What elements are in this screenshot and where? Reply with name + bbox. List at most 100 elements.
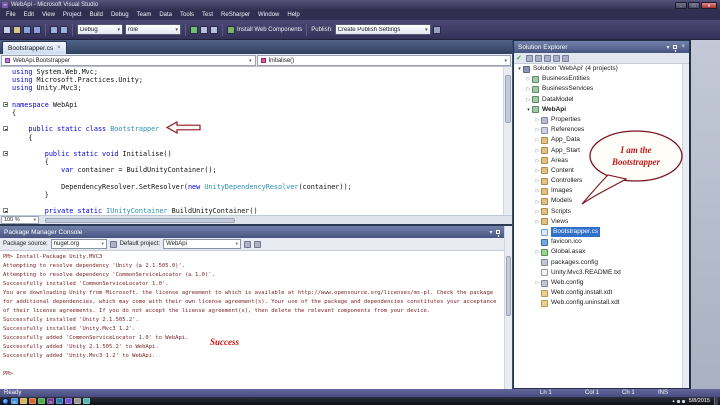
code-line[interactable]: { bbox=[0, 134, 503, 142]
editor-vertical-scrollbar[interactable] bbox=[503, 67, 512, 215]
menu-item-debug[interactable]: Debug bbox=[107, 10, 133, 20]
new-file-icon[interactable] bbox=[3, 25, 11, 34]
media-player-icon[interactable] bbox=[29, 398, 36, 404]
collapse-minus-icon[interactable] bbox=[3, 101, 8, 107]
browser-icon[interactable] bbox=[38, 398, 45, 404]
expander-icon[interactable]: ▷ bbox=[534, 148, 541, 154]
tree-item-webapi[interactable]: ▾ WebApi bbox=[514, 105, 689, 115]
close-tab-icon[interactable]: × bbox=[57, 45, 61, 51]
comment-icon[interactable] bbox=[210, 25, 218, 34]
install-web-components-button[interactable]: Install Web Components bbox=[237, 27, 302, 33]
tree-item-web-config-install-xdt[interactable]: Web.config.install.xdt bbox=[514, 288, 689, 298]
expander-icon[interactable]: ▾ bbox=[516, 66, 523, 72]
save-icon[interactable] bbox=[23, 25, 31, 34]
expander-icon[interactable]: ▷ bbox=[534, 178, 541, 184]
menu-item-test[interactable]: Test bbox=[198, 10, 217, 20]
code-line[interactable]: using System.Web.Mvc; bbox=[0, 68, 503, 76]
expander-icon[interactable]: ▷ bbox=[534, 209, 541, 215]
expander-icon[interactable]: ▷ bbox=[525, 97, 532, 103]
scrollbar-thumb[interactable] bbox=[45, 217, 235, 223]
app-icon[interactable] bbox=[83, 398, 90, 404]
package-manager-console-title-bar[interactable]: Package Manager Console ▾ × bbox=[0, 226, 512, 238]
tray-arrow-icon[interactable]: ▴ bbox=[672, 398, 674, 404]
show-all-files-icon[interactable] bbox=[535, 54, 542, 62]
code-editor[interactable]: using System.Web.Mvc; using Microsoft.Pra… bbox=[0, 67, 512, 215]
toolbar-options-icon[interactable] bbox=[432, 25, 441, 34]
menu-item-team[interactable]: Team bbox=[133, 10, 156, 20]
tab-bootstrapper-cs[interactable]: Bootstrapper.cs × bbox=[2, 41, 67, 54]
maximize-button[interactable]: □ bbox=[688, 1, 700, 9]
tree-item-packages-config[interactable]: packages.config bbox=[514, 258, 689, 268]
expander-icon[interactable]: ▷ bbox=[534, 158, 541, 164]
file-explorer-icon[interactable] bbox=[20, 398, 27, 404]
console-vertical-scrollbar[interactable] bbox=[504, 226, 512, 389]
menu-item-edit[interactable]: Edit bbox=[20, 10, 38, 20]
code-line[interactable] bbox=[0, 142, 503, 150]
menu-item-window[interactable]: Window bbox=[254, 10, 283, 20]
expander-icon[interactable]: ▷ bbox=[534, 127, 541, 133]
code-line[interactable]: private static IUnityContainer BuildUnit… bbox=[0, 207, 503, 215]
expander-icon[interactable]: ▷ bbox=[525, 86, 532, 92]
expander-icon[interactable]: ▷ bbox=[525, 76, 532, 82]
show-desktop-button[interactable] bbox=[714, 397, 718, 405]
app-icon[interactable] bbox=[74, 398, 81, 404]
tree-item-web-config[interactable]: ▷ Web.config bbox=[514, 278, 689, 288]
code-line[interactable]: var container = BuildUnityContainer(); bbox=[0, 166, 503, 174]
menu-item-help[interactable]: Help bbox=[283, 10, 303, 20]
package-source-dropdown[interactable]: nuget.org ▾ bbox=[50, 239, 107, 249]
expander-icon[interactable]: ▷ bbox=[534, 219, 541, 225]
internet-explorer-icon[interactable]: e bbox=[11, 398, 18, 404]
menu-item-file[interactable]: File bbox=[2, 10, 20, 20]
close-panel-icon[interactable]: × bbox=[681, 44, 685, 50]
menu-item-project[interactable]: Project bbox=[59, 10, 86, 20]
expander-icon[interactable]: ▷ bbox=[534, 117, 541, 123]
tree-item-web-config-uninstall-xdt[interactable]: Web.config.uninstall.xdt bbox=[514, 298, 689, 308]
tree-item-businessentities[interactable]: ▷ BusinessEntities bbox=[514, 74, 689, 84]
code-line[interactable]: public static class Bootstrapper bbox=[0, 125, 503, 133]
publish-settings-dropdown[interactable]: Create Publish Settings ▾ bbox=[334, 24, 431, 35]
undo-icon[interactable] bbox=[50, 25, 58, 34]
code-line[interactable]: DependencyResolver.SetResolver(new Unity… bbox=[0, 183, 503, 191]
window-position-icon[interactable]: ▾ bbox=[666, 44, 669, 51]
default-project-dropdown[interactable]: WebApi ▾ bbox=[163, 239, 242, 249]
tree-item-bootstrapper-cs[interactable]: Bootstrapper.cs bbox=[514, 227, 689, 238]
refresh-icon[interactable] bbox=[544, 54, 551, 62]
tree-item-global-asax[interactable]: ▷ Global.asax bbox=[514, 247, 689, 257]
code-line[interactable] bbox=[0, 93, 503, 101]
code-line[interactable]: namespace WebApi bbox=[0, 101, 503, 109]
code-line[interactable] bbox=[0, 174, 503, 182]
menu-item-resharper[interactable]: ReSharper bbox=[217, 10, 254, 20]
collapse-minus-icon[interactable] bbox=[3, 126, 8, 132]
configuration-dropdown[interactable]: Debug ▾ bbox=[77, 24, 123, 35]
tree-item-businessservices[interactable]: ▷ BusinessServices bbox=[514, 84, 689, 94]
tree-item-solution-webapi-4-projects-[interactable]: ▾ Solution 'WebApi' (4 projects) bbox=[514, 64, 689, 74]
code-line[interactable]: { bbox=[0, 158, 503, 166]
code-line[interactable]: using Unity.Mvc3; bbox=[0, 84, 503, 92]
save-all-icon[interactable] bbox=[33, 25, 41, 34]
tray-network-icon[interactable] bbox=[676, 399, 680, 403]
solution-explorer-title-bar[interactable]: Solution Explorer ▾ × bbox=[514, 41, 689, 53]
editor-horizontal-scrollbar[interactable]: 100 % ▾ bbox=[0, 215, 512, 224]
code-line[interactable] bbox=[0, 117, 503, 125]
code-line[interactable] bbox=[0, 199, 503, 207]
code-line[interactable]: { bbox=[0, 109, 503, 117]
code-line[interactable]: public static void Initialise() bbox=[0, 150, 503, 158]
role-dropdown[interactable]: role ▾ bbox=[125, 24, 181, 35]
tray-volume-icon[interactable] bbox=[681, 399, 685, 403]
properties-icon[interactable] bbox=[526, 54, 533, 62]
scrollbar-thumb[interactable] bbox=[505, 75, 511, 123]
collapse-all-icon[interactable] bbox=[553, 54, 560, 62]
tree-item-favicon-ico[interactable]: favicon.ico bbox=[514, 237, 689, 247]
expander-icon[interactable]: ▷ bbox=[534, 280, 541, 286]
members-dropdown[interactable]: Initialise() ▾ bbox=[256, 55, 511, 66]
package-source-settings-icon[interactable] bbox=[109, 240, 117, 248]
tree-item-properties[interactable]: ▷ Properties bbox=[514, 115, 689, 125]
types-dropdown[interactable]: WebApi.Bootstrapper ▾ bbox=[1, 55, 256, 66]
open-file-icon[interactable] bbox=[13, 25, 21, 34]
tree-item-unity-mvc3-readme-txt[interactable]: Unity.Mvc3.README.txt bbox=[514, 268, 689, 278]
expander-icon[interactable]: ▷ bbox=[534, 249, 541, 255]
code-line[interactable]: } bbox=[0, 191, 503, 199]
tree-item-views[interactable]: ▷ Views bbox=[514, 217, 689, 227]
collapse-minus-icon[interactable] bbox=[3, 150, 8, 156]
minimize-button[interactable]: – bbox=[675, 1, 687, 9]
